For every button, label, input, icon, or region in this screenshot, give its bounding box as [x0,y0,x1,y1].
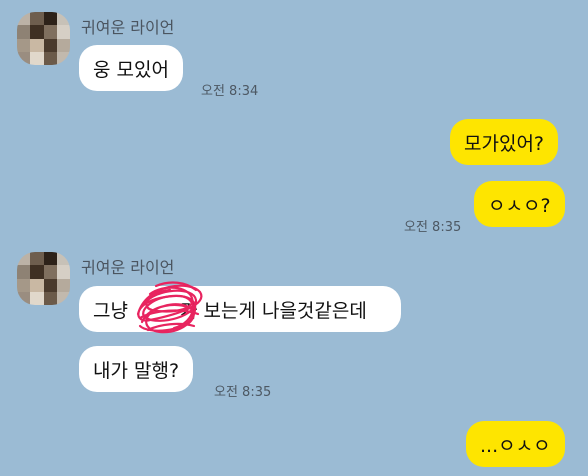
message-bubble[interactable]: 웅 모있어 [79,45,183,91]
message-bubble[interactable]: 그냥 가 보는게 나을것같은데 [79,286,401,332]
message-timestamp: 오전 8:35 [214,385,272,400]
message-bubble[interactable]: 모가있어? [450,119,559,165]
message-text-before-redaction: 그냥 [93,299,128,322]
message-text-after-redaction: 가 보는게 나을것같은데 [179,299,367,322]
sender-name: 귀여운 라이언 [81,18,175,37]
contact-avatar[interactable] [17,252,70,305]
contact-avatar[interactable] [17,12,70,65]
message-bubble[interactable]: ㅇㅅㅇ? [474,181,565,227]
redaction-scribble [136,281,203,334]
message-timestamp: 오전 8:35 [404,220,462,235]
message-timestamp: 오전 8:34 [201,84,259,99]
message-bubble[interactable]: 내가 말행? [79,346,194,392]
message-bubble[interactable]: ...ㅇㅅㅇ [466,421,565,467]
